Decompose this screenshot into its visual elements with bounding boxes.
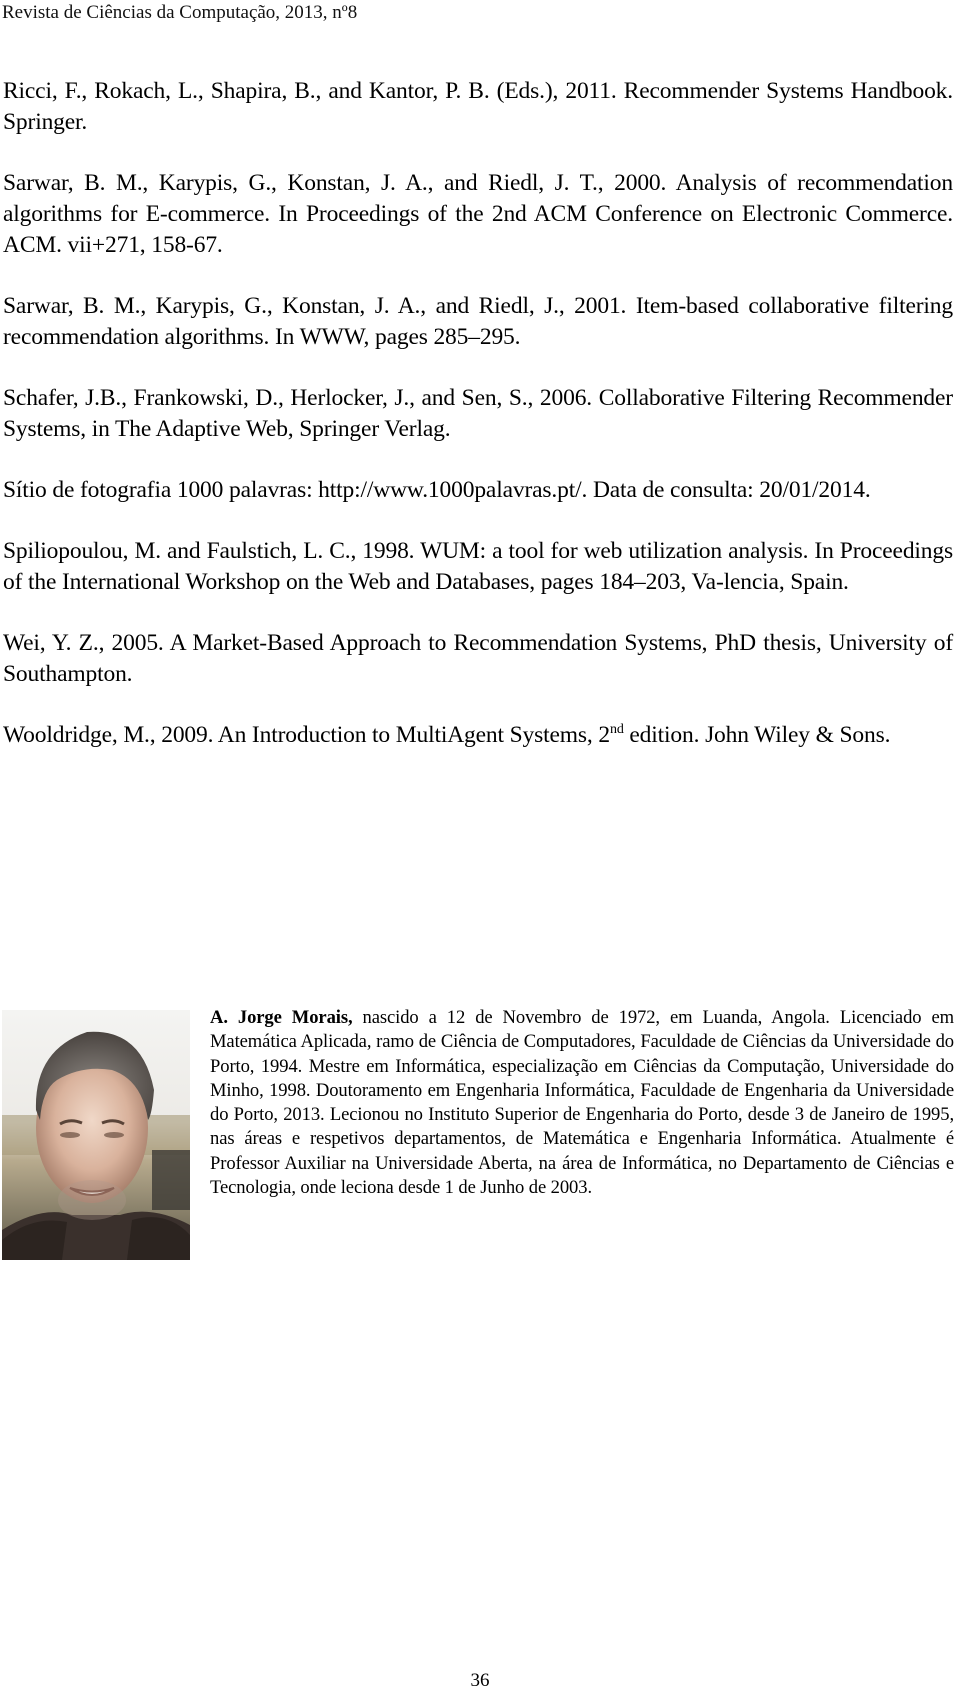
page-number: 36 (470, 1670, 490, 1691)
reference-item: Sarwar, B. M., Karypis, G., Konstan, J. … (3, 170, 953, 258)
reference-list: Ricci, F., Rokach, L., Shapira, B., and … (3, 76, 953, 781)
reference-item: Wei, Y. Z., 2005. A Market-Based Approac… (3, 630, 953, 687)
journal-header: Revista de Ciências da Computação, 2013,… (2, 2, 358, 23)
reference-text: edition. John Wiley & Sons. (623, 722, 891, 748)
reference-item: Schafer, J.B., Frankowski, D., Herlocker… (3, 385, 953, 442)
author-photo (2, 1010, 190, 1260)
author-name: A. Jorge Morais, (210, 1007, 353, 1028)
reference-item: Ricci, F., Rokach, L., Shapira, B., and … (3, 78, 953, 135)
reference-item: Spiliopoulou, M. and Faulstich, L. C., 1… (3, 538, 953, 595)
author-bio: A. Jorge Morais, nascido a 12 de Novembr… (210, 1006, 954, 1200)
reference-text: Wooldridge, M., 2009. An Introduction to… (3, 722, 610, 748)
ordinal-superscript: nd (609, 722, 624, 738)
reference-item: Wooldridge, M., 2009. An Introduction to… (3, 720, 953, 751)
reference-item: Sítio de fotografia 1000 palavras: http:… (3, 477, 871, 503)
author-bio-text: nascido a 12 de Novembro de 1972, em Lua… (210, 1007, 954, 1199)
reference-item: Sarwar, B. M., Karypis, G., Konstan, J. … (3, 293, 953, 350)
